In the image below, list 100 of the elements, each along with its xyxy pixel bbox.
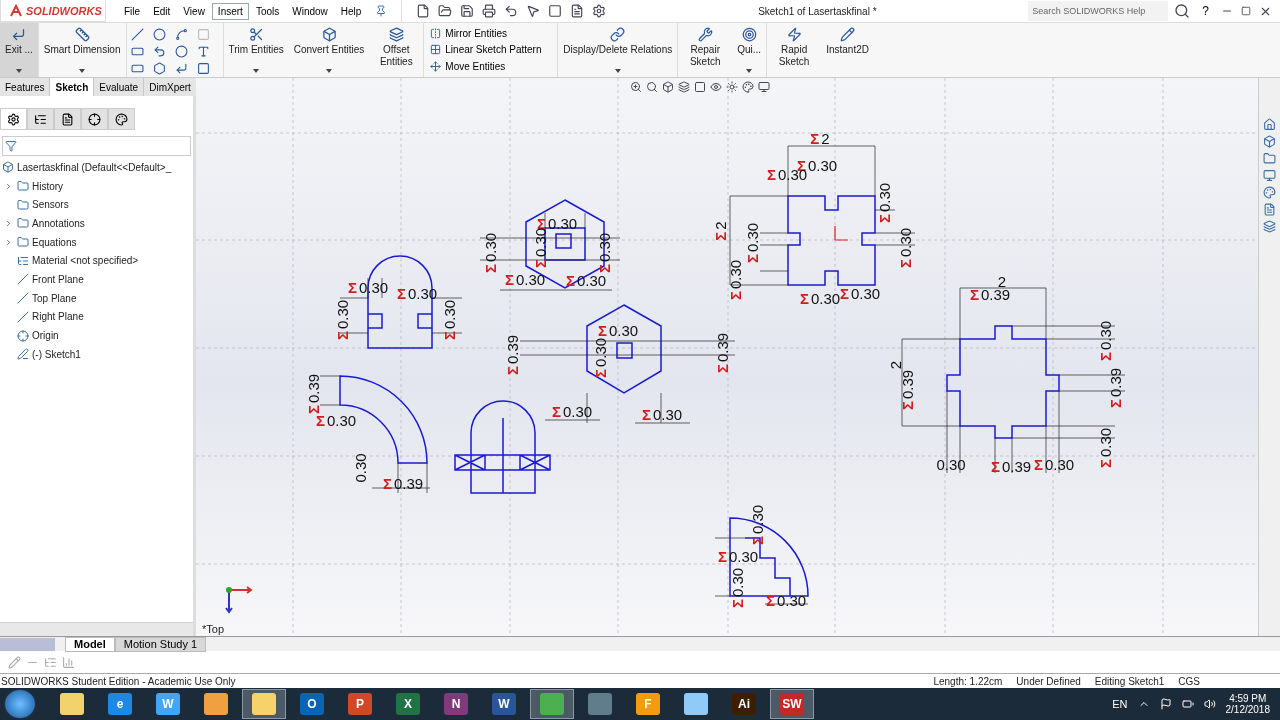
dimension-label[interactable]: 0.30: [936, 456, 966, 472]
search-icon[interactable]: [646, 81, 658, 93]
monitor-icon[interactable]: [758, 81, 770, 93]
dimension-label[interactable]: Σ0.30: [597, 322, 639, 338]
palette-icon[interactable]: [742, 81, 754, 93]
dimension-label[interactable]: Σ0.30: [876, 182, 892, 224]
dimension-label[interactable]: 0.30: [352, 453, 368, 483]
taskbar-app[interactable]: e: [98, 689, 142, 719]
document-tab[interactable]: Model: [65, 636, 115, 652]
tool-button[interactable]: Smart Dimension: [38, 23, 127, 77]
dimension-label[interactable]: Σ0.30: [749, 504, 765, 546]
tree-item[interactable]: Sensors: [0, 195, 193, 215]
dimension-label[interactable]: Σ2: [712, 221, 728, 241]
dimension-label[interactable]: Σ0.30: [334, 299, 350, 341]
print-icon[interactable]: [482, 4, 497, 18]
dimension-label[interactable]: Σ0.30: [1033, 456, 1075, 472]
layers-icon[interactable]: [1263, 220, 1276, 233]
tree-item[interactable]: Material <not specified>: [0, 251, 193, 271]
taskbar-app[interactable]: W: [482, 689, 526, 719]
tool-button[interactable]: Convert Entities: [288, 23, 370, 77]
document-icon[interactable]: [1263, 203, 1276, 216]
tool-button[interactable]: Trim Entities: [223, 23, 289, 77]
tool-button[interactable]: Exit ...: [0, 23, 39, 77]
taskbar-app[interactable]: [242, 689, 286, 719]
search-icon[interactable]: [1174, 3, 1191, 19]
tool-button[interactable]: Qui...: [732, 23, 768, 77]
taskbar-app[interactable]: Ai: [722, 689, 766, 719]
tree-item[interactable]: Right Plane: [0, 307, 193, 327]
tool-button[interactable]: Display/Delete Relations: [558, 23, 679, 77]
dimension-label[interactable]: Σ0.30: [897, 227, 913, 269]
panel-tab[interactable]: Sketch: [50, 78, 95, 96]
flag-icon[interactable]: [1159, 698, 1172, 710]
dimension-label[interactable]: Σ0.30: [441, 299, 457, 341]
tool-button[interactable]: Mirror Entities: [430, 27, 552, 39]
tree-item[interactable]: Top Plane: [0, 288, 193, 308]
tree-item[interactable]: Annotations: [0, 214, 193, 233]
taskbar-app[interactable]: SW: [770, 689, 814, 719]
tool-button[interactable]: Instant2D: [821, 23, 874, 77]
tool-button[interactable]: Rapid Sketch: [767, 23, 822, 77]
dimension-label[interactable]: Σ0.30: [1097, 320, 1113, 362]
dimension-label[interactable]: Σ0.30: [641, 406, 683, 422]
document-tab[interactable]: Motion Study 1: [114, 636, 207, 652]
taskbar-app[interactable]: P: [338, 689, 382, 719]
dimension-label[interactable]: Σ0.30: [765, 592, 807, 608]
tree-item[interactable]: History: [0, 176, 193, 196]
dimension-label[interactable]: Σ0.30: [551, 403, 593, 419]
dimension-label[interactable]: Σ0.30: [799, 290, 841, 306]
dimension-label[interactable]: Σ0.30: [596, 232, 612, 274]
help-button[interactable]: ?: [1196, 3, 1215, 19]
eye-icon[interactable]: [710, 81, 722, 93]
dimension-label[interactable]: Σ0.30: [744, 222, 760, 264]
restore-icon[interactable]: [1241, 6, 1251, 16]
dimension-label[interactable]: Σ0.39: [990, 458, 1032, 474]
dimension-label[interactable]: Σ0.30: [727, 259, 743, 301]
dimension-label[interactable]: Σ0.39: [899, 369, 915, 411]
taskbar-app[interactable]: N: [434, 689, 478, 719]
tree-item[interactable]: Origin: [0, 326, 193, 345]
dimension-label[interactable]: Σ0.39: [714, 332, 730, 374]
home-icon[interactable]: [1263, 118, 1276, 131]
zoom-icon[interactable]: [630, 81, 642, 93]
settings-icon[interactable]: [592, 4, 607, 18]
tree-item[interactable]: Front Plane: [0, 270, 193, 289]
pin-icon[interactable]: [375, 5, 388, 17]
dimension-label[interactable]: Σ0.30: [482, 232, 498, 274]
dimension-label[interactable]: Σ0.30: [504, 271, 546, 287]
undo-icon[interactable]: [504, 4, 519, 18]
taskbar-app[interactable]: X: [386, 689, 430, 719]
dimension-label[interactable]: 2: [887, 360, 903, 370]
tool-button[interactable]: Move Entities: [430, 61, 552, 73]
dimension-label[interactable]: Σ0.39: [1107, 367, 1123, 409]
scroll-bar[interactable]: [0, 622, 193, 636]
clock[interactable]: 4:59 PM 2/12/2018: [1225, 693, 1270, 715]
dimension-label[interactable]: Σ0.39: [305, 373, 321, 415]
dimension-label[interactable]: Σ0.30: [565, 272, 607, 288]
monitor-icon[interactable]: [1263, 169, 1276, 182]
tool-button[interactable]: Repair Sketch: [678, 23, 733, 77]
dimension-label[interactable]: Σ0.39: [382, 475, 424, 491]
menu-item[interactable]: Insert: [211, 2, 249, 20]
layers-icon[interactable]: [678, 81, 690, 93]
tool-button[interactable]: Offset Entities: [369, 23, 425, 77]
save-icon[interactable]: [460, 4, 475, 18]
taskbar-app[interactable]: O: [290, 689, 334, 719]
dimension-label[interactable]: 2: [997, 273, 1007, 289]
crosshair-icon[interactable]: [81, 108, 108, 130]
battery-icon[interactable]: [1181, 698, 1194, 710]
dimension-label[interactable]: Σ0.30: [532, 227, 548, 269]
dimension-label[interactable]: Σ0.30: [592, 337, 608, 379]
dimension-label[interactable]: Σ0.30: [839, 285, 881, 301]
dimension-label[interactable]: Σ2: [810, 130, 830, 146]
cube-icon[interactable]: [662, 81, 674, 93]
language-indicator[interactable]: EN: [1112, 698, 1128, 710]
folder-icon[interactable]: [1263, 152, 1276, 165]
filter-field[interactable]: [2, 136, 191, 156]
sun-icon[interactable]: [726, 81, 738, 93]
open-folder-icon[interactable]: [438, 4, 453, 18]
tree-item[interactable]: (-) Sketch1: [0, 344, 193, 364]
square-icon[interactable]: [694, 81, 706, 93]
tree-item[interactable]: Lasertaskfinal (Default<<Default>_: [0, 158, 193, 177]
cube-icon[interactable]: [1263, 135, 1276, 148]
pointer-icon[interactable]: [526, 4, 541, 18]
